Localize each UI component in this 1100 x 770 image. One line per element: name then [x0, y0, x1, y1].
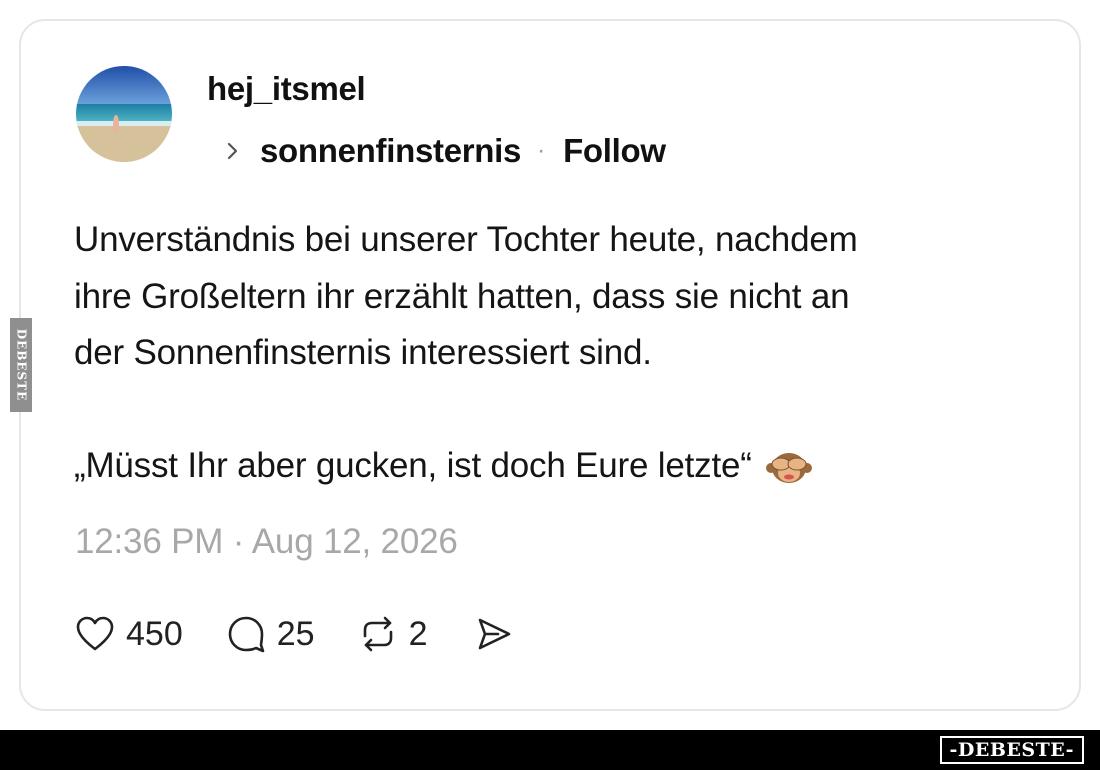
heart-icon	[74, 613, 116, 655]
like-count: 450	[126, 614, 183, 653]
avatar[interactable]	[76, 66, 172, 162]
side-watermark: DEBESTE	[10, 318, 32, 412]
comment-bubble-icon	[225, 613, 267, 655]
repost-icon	[357, 613, 399, 655]
post-timestamp: 12:36 PM · Aug 12, 2026	[75, 522, 458, 561]
see-no-evil-monkey-icon	[765, 446, 812, 486]
post-body-line: der Sonnenfinsternis interessiert sind.	[74, 333, 652, 372]
share-button[interactable]	[473, 613, 515, 655]
post-quote-line: „Müsst Ihr aber gucken, ist doch Eure le…	[74, 438, 1034, 495]
topic-link[interactable]: sonnenfinsternis	[260, 132, 521, 170]
post-body-line: ihre Großeltern ihr erzählt hatten, dass…	[74, 276, 850, 316]
repost-button[interactable]: 2	[357, 613, 428, 655]
follow-button[interactable]: Follow	[563, 132, 666, 170]
side-watermark-text: DEBESTE	[14, 328, 28, 402]
username[interactable]: hej_itsmel	[207, 70, 366, 108]
post-body: Unverständnis bei unserer Tochter heute,…	[74, 212, 1034, 495]
separator-dot: ·	[537, 137, 546, 164]
action-bar: 450 25 2	[74, 610, 515, 658]
topic-row: sonnenfinsternis · Follow	[226, 131, 666, 171]
chevron-right-icon	[226, 131, 246, 171]
reply-count: 25	[276, 614, 315, 653]
like-button[interactable]: 450	[74, 613, 183, 655]
post-body-line: Unverständnis bei unserer Tochter heute,…	[74, 220, 858, 259]
debeste-logo: -DEBESTE-	[939, 736, 1084, 764]
debeste-logo-text: -DEBESTE-	[949, 739, 1074, 761]
post-quote: „Müsst Ihr aber gucken, ist doch Eure le…	[74, 446, 752, 485]
repost-count: 2	[408, 614, 428, 653]
reply-button[interactable]: 25	[225, 613, 315, 655]
send-icon	[473, 613, 515, 655]
avatar-beach-image	[76, 66, 172, 162]
bottom-watermark-bar: -DEBESTE-	[0, 730, 1100, 770]
